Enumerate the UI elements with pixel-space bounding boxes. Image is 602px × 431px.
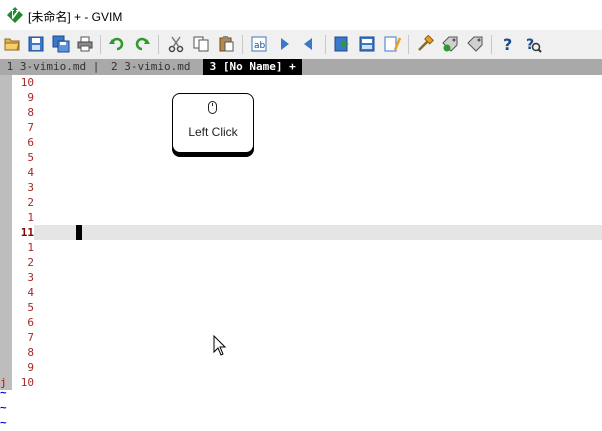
svg-text:?: ? <box>503 35 512 53</box>
line-number: 3 <box>27 271 34 284</box>
toolbar: ab ? ? <box>0 30 602 59</box>
toolbar-separator <box>408 35 409 54</box>
find-help-icon[interactable]: ? <box>522 33 544 55</box>
run-script-icon[interactable] <box>381 33 403 55</box>
window-title: [未命名] + - GVIM <box>28 10 123 24</box>
line-number: 7 <box>27 331 34 344</box>
vim-icon <box>7 7 23 23</box>
undo-icon[interactable] <box>106 33 128 55</box>
line-number: 1 <box>27 241 34 254</box>
toolbar-separator <box>491 35 492 54</box>
line-number: 1 <box>27 211 34 224</box>
title-bar: [未命名] + - GVIM <box>0 0 602 30</box>
paste-icon[interactable] <box>215 33 237 55</box>
line-number: 10 <box>20 76 34 89</box>
load-session-icon[interactable] <box>331 33 353 55</box>
find-next-icon[interactable] <box>273 33 295 55</box>
line-number: 8 <box>27 346 34 359</box>
line-number: 2 <box>27 256 34 269</box>
line-number: 2 <box>27 196 34 209</box>
cursor-line-highlight <box>34 225 602 240</box>
find-replace-icon[interactable]: ab <box>248 33 270 55</box>
toolbar-separator <box>325 35 326 54</box>
line-number: 9 <box>27 361 34 374</box>
line-number: 6 <box>27 316 34 329</box>
find-prev-icon[interactable] <box>298 33 320 55</box>
line-number: 4 <box>27 286 34 299</box>
jump-to-tag-icon[interactable] <box>464 33 486 55</box>
open-folder-icon[interactable] <box>1 33 23 55</box>
help-icon[interactable]: ? <box>497 33 519 55</box>
line-number: 8 <box>27 106 34 119</box>
svg-text:ab: ab <box>254 41 266 51</box>
line-number: 5 <box>27 151 34 164</box>
redo-icon[interactable] <box>131 33 153 55</box>
line-number: 4 <box>27 166 34 179</box>
cut-icon[interactable] <box>165 33 187 55</box>
left-click-overlay: Left Click <box>172 93 254 153</box>
save-icon[interactable] <box>25 33 47 55</box>
current-line-number: 11 <box>20 226 34 239</box>
save-session-icon[interactable] <box>356 33 378 55</box>
tab-3-no-name[interactable]: 3 [No Name] + <box>203 59 303 75</box>
tab-2[interactable]: 2 3-vimio.md <box>111 59 197 75</box>
print-icon[interactable] <box>74 33 96 55</box>
empty-line-tilde: ~ <box>0 401 7 414</box>
editor-area[interactable]: 10 9 8 7 6 5 4 3 2 1 11 1 2 3 4 5 6 7 8 9 10 j ~ ~ ~ <box>0 75 602 431</box>
empty-line-tilde: ~ <box>0 386 7 399</box>
tab-1[interactable]: 1 3-vimio.md | <box>0 59 106 75</box>
line-number: 6 <box>27 136 34 149</box>
line-number: 5 <box>27 301 34 314</box>
mouse-icon <box>208 101 217 114</box>
copy-icon[interactable] <box>190 33 212 55</box>
empty-line-tilde: ~ <box>0 416 7 429</box>
save-all-icon[interactable] <box>50 33 72 55</box>
mouse-pointer-icon <box>213 335 227 356</box>
toolbar-separator <box>100 35 101 54</box>
line-number: 9 <box>27 91 34 104</box>
build-tags-icon[interactable] <box>439 33 461 55</box>
make-icon[interactable] <box>414 33 436 55</box>
line-number: 7 <box>27 121 34 134</box>
toolbar-separator <box>158 35 159 54</box>
overlay-label: Left Click <box>188 125 238 139</box>
toolbar-separator <box>242 35 243 54</box>
block-cursor <box>76 225 82 240</box>
tab-line: 1 3-vimio.md | 2 3-vimio.md 3 [No Name] … <box>0 59 602 75</box>
line-number: 3 <box>27 181 34 194</box>
